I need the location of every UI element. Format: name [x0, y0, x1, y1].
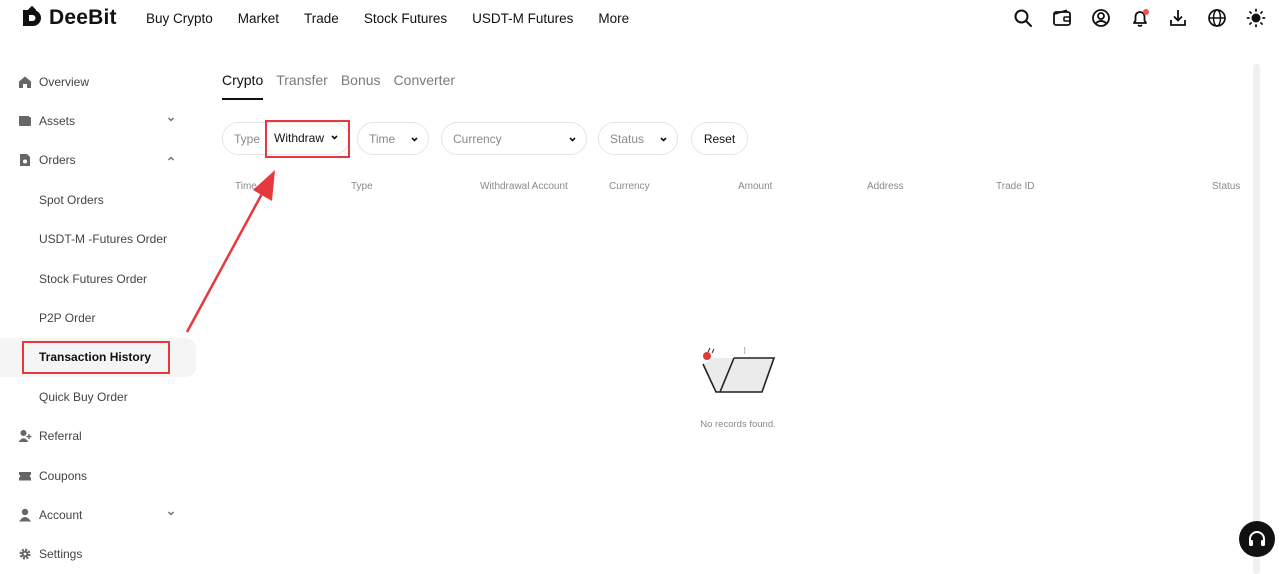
nav-buy-crypto[interactable]: Buy Crypto [146, 11, 213, 26]
sidebar-item-label: Spot Orders [39, 192, 104, 207]
sidebar-item-orders[interactable]: Orders [0, 141, 200, 180]
history-tabs: Crypto Transfer Bonus Converter [222, 72, 468, 100]
empty-box-illustration [702, 346, 776, 393]
type-filter-label: Type [234, 131, 261, 146]
referral-icon [18, 429, 32, 443]
sidebar-item-quick-buy-order[interactable]: Quick Buy Order [0, 377, 200, 416]
account-icon [18, 508, 32, 522]
header-actions [994, 8, 1266, 28]
column-header-time: Time [235, 181, 257, 192]
chevron-down-icon[interactable] [166, 508, 176, 518]
nav-stock-futures[interactable]: Stock Futures [364, 11, 447, 26]
chevron-down-icon [660, 137, 667, 142]
settings-icon [18, 547, 32, 561]
coupon-icon [18, 469, 32, 483]
sidebar-item-p2p-order[interactable]: P2P Order [0, 298, 200, 337]
nav-usdt-m-futures[interactable]: USDT-M Futures [472, 11, 573, 26]
sidebar-item-overview[interactable]: Overview [0, 62, 200, 101]
sidebar-item-label: Referral [39, 429, 82, 444]
column-header-status: Status [1212, 181, 1241, 192]
sidebar-item-label: Stock Futures Order [39, 271, 148, 286]
notification-dot [1142, 9, 1149, 15]
theme-sun-icon[interactable] [1246, 8, 1266, 28]
sidebar-item-assets[interactable]: Assets [0, 101, 200, 140]
nav-more[interactable]: More [598, 11, 629, 26]
tab-crypto[interactable]: Crypto [222, 72, 264, 100]
sidebar-item-label: Account [39, 507, 83, 522]
sidebar-item-account[interactable]: Account [0, 495, 200, 534]
headset-icon [1249, 531, 1265, 546]
nav-market[interactable]: Market [238, 11, 279, 26]
column-header-trade-id: Trade ID [996, 181, 1035, 192]
globe-icon[interactable] [1207, 8, 1227, 28]
sidebar-item-label: Overview [39, 74, 90, 89]
sidebar-item-coupons[interactable]: Coupons [0, 456, 200, 495]
page-scrollbar[interactable] [1253, 64, 1260, 574]
orders-icon [18, 153, 32, 167]
status-filter-label: Status [610, 131, 645, 146]
top-header: DeeBit Buy Crypto Market Trade Stock Fut… [0, 0, 1280, 36]
reset-button[interactable]: Reset [691, 122, 748, 155]
currency-filter-label: Currency [453, 131, 502, 146]
nav-trade[interactable]: Trade [304, 11, 339, 26]
sidebar-item-label: P2P Order [39, 311, 96, 326]
highlight-box-withdraw [265, 120, 350, 158]
sidebar-item-usdt-m-futures-order[interactable]: USDT-M -Futures Order [0, 220, 200, 259]
column-header-currency: Currency [609, 181, 650, 192]
download-icon[interactable] [1168, 8, 1188, 28]
column-header-type: Type [351, 181, 373, 192]
user-icon[interactable] [1091, 8, 1111, 28]
column-header-address: Address [867, 181, 904, 192]
bell-icon[interactable] [1130, 8, 1150, 28]
chevron-up-icon[interactable] [166, 154, 176, 164]
currency-filter[interactable]: Currency [441, 122, 587, 155]
time-filter[interactable]: Time [357, 122, 429, 155]
brand-logo[interactable]: DeeBit [20, 6, 117, 30]
column-header-withdrawal-account: Withdrawal Account [480, 181, 568, 192]
deebit-logo-icon [23, 6, 41, 26]
sidebar-item-referral[interactable]: Referral [0, 417, 200, 456]
sidebar: Overview Assets Orders Spot Orders USDT-… [0, 62, 200, 574]
chevron-down-icon [411, 137, 418, 142]
empty-state-text: No records found. [700, 419, 776, 430]
wallet-icon [18, 114, 32, 128]
main-nav: Buy Crypto Market Trade Stock Futures US… [146, 0, 654, 36]
sidebar-item-label: Coupons [39, 468, 88, 483]
search-icon[interactable] [1013, 8, 1033, 28]
sidebar-item-label: Assets [39, 114, 76, 129]
chevron-down-icon[interactable] [166, 114, 176, 124]
sidebar-item-stock-futures-order[interactable]: Stock Futures Order [0, 259, 200, 298]
column-header-amount: Amount [738, 181, 773, 192]
sidebar-item-spot-orders[interactable]: Spot Orders [0, 180, 200, 219]
wallet-icon[interactable] [1052, 8, 1072, 28]
sidebar-item-label: Quick Buy Order [39, 389, 128, 404]
time-filter-label: Time [369, 131, 396, 146]
tab-bonus[interactable]: Bonus [341, 72, 381, 100]
chevron-down-icon [569, 137, 576, 142]
sidebar-item-label: USDT-M -Futures Order [39, 232, 168, 247]
support-chat-button[interactable] [1239, 521, 1275, 557]
tab-transfer[interactable]: Transfer [276, 72, 328, 100]
home-icon [18, 75, 32, 89]
sidebar-item-label: Orders [39, 153, 76, 168]
sidebar-item-label: Settings [39, 547, 83, 562]
sidebar-item-settings[interactable]: Settings [0, 535, 200, 574]
status-filter[interactable]: Status [598, 122, 678, 155]
tab-converter[interactable]: Converter [394, 72, 455, 100]
brand-name: DeeBit [49, 6, 117, 29]
highlight-box-transaction-history [22, 341, 170, 374]
